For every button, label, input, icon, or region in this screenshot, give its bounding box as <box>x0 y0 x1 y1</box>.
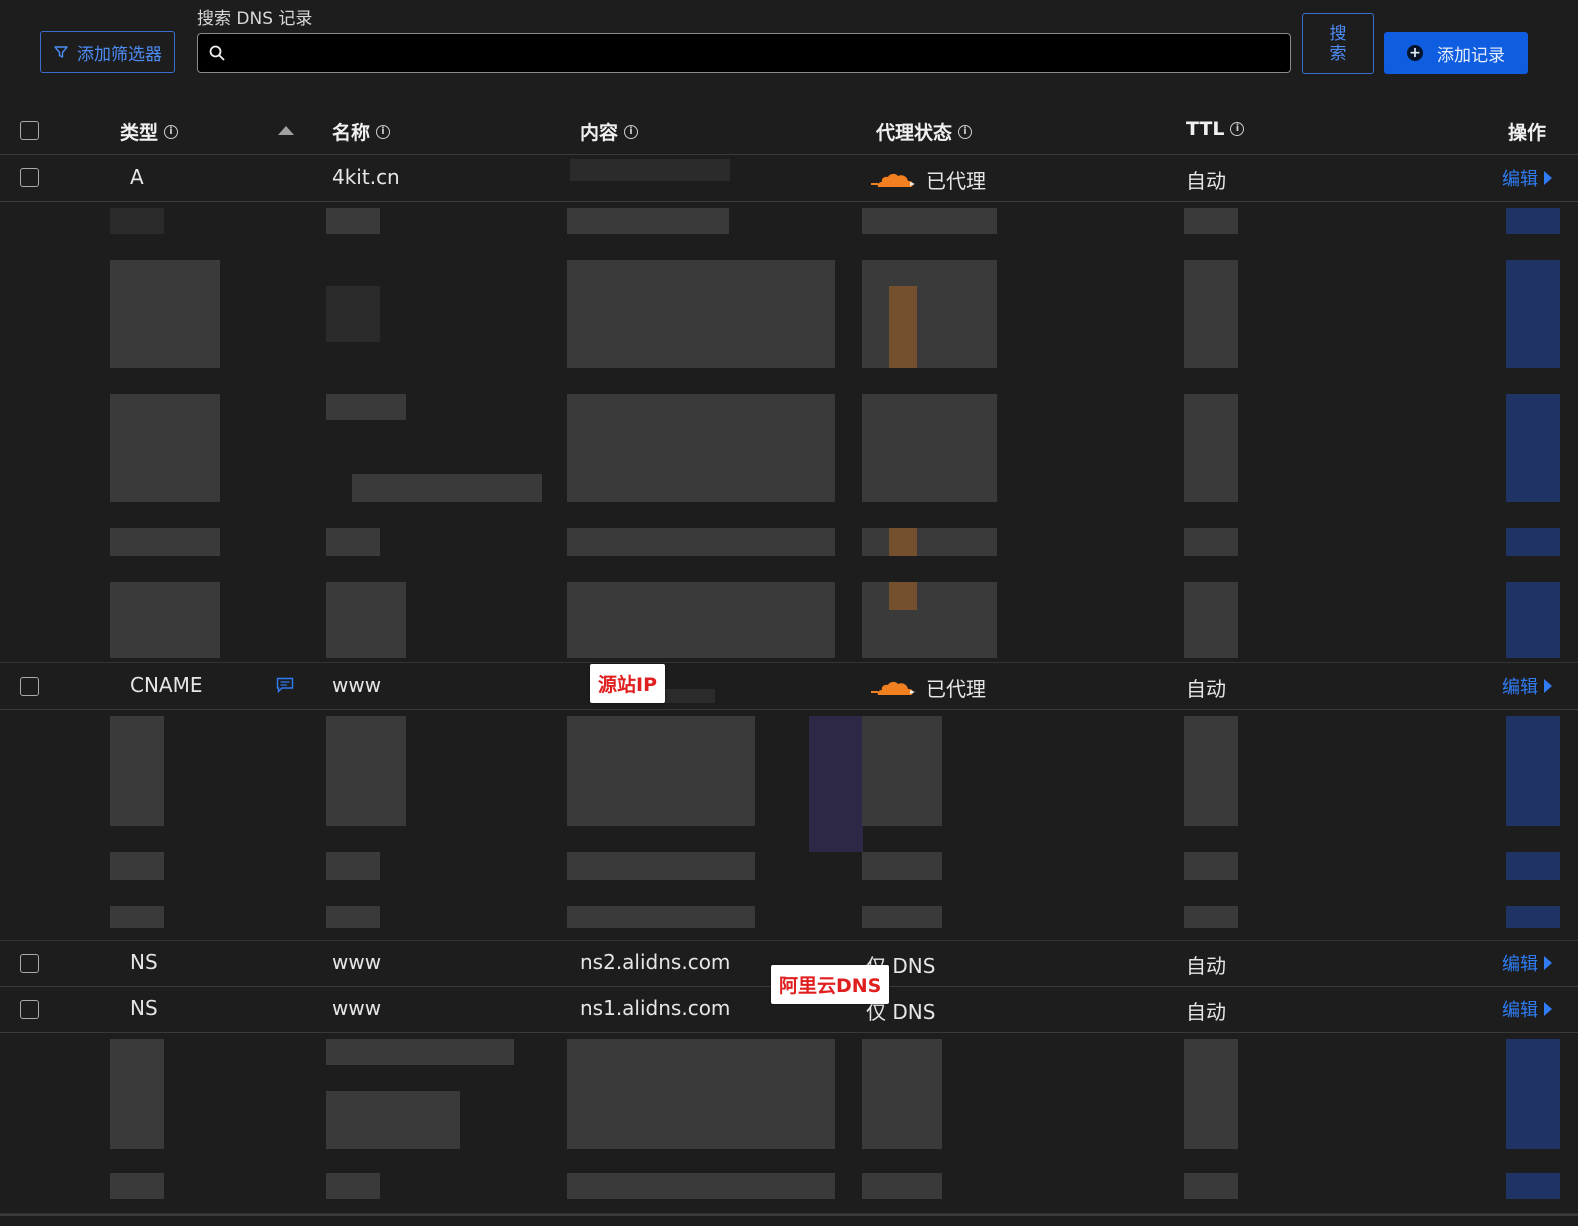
record-ttl: 自动 <box>1186 1000 1226 1024</box>
redacted-content <box>570 159 730 181</box>
cloud-proxied-icon <box>871 681 915 695</box>
plus-circle-icon: + <box>1407 45 1423 61</box>
table-row[interactable]: A 4kit.cn 已代理 自动 编辑 <box>0 155 1578 202</box>
record-type: NS <box>130 950 158 974</box>
filter-icon <box>54 46 68 58</box>
sort-ascending-icon[interactable] <box>278 126 294 135</box>
redacted-records <box>0 1033 1578 1214</box>
record-type: CNAME <box>130 673 203 697</box>
redacted-records <box>0 710 1578 941</box>
info-icon[interactable]: i <box>164 124 179 139</box>
header-ttl[interactable]: TTL i <box>1186 118 1245 140</box>
caret-right-icon <box>1544 679 1552 693</box>
info-icon[interactable]: i <box>624 124 639 139</box>
annotation-aliyun-dns: 阿里云DNS <box>771 965 890 1004</box>
add-record-button[interactable]: + 添加记录 <box>1384 32 1528 74</box>
table-header: 类型 i 名称 i 内容 i 代理状态 i TTL i 操作 <box>0 108 1578 155</box>
record-name: www <box>332 950 382 974</box>
table-bottom-border <box>0 1214 1578 1216</box>
edit-button[interactable]: 编辑 <box>1502 165 1552 191</box>
record-name: www <box>332 996 382 1020</box>
proxy-status[interactable]: 已代理 <box>870 165 986 194</box>
header-proxy-status[interactable]: 代理状态 i <box>876 118 973 145</box>
record-type: NS <box>130 996 158 1020</box>
caret-right-icon <box>1544 956 1552 970</box>
table-row[interactable]: CNAME www 已代理 自动 编辑 <box>0 663 1578 710</box>
redacted-records <box>0 202 1578 663</box>
info-icon[interactable]: i <box>376 124 391 139</box>
info-icon[interactable]: i <box>1230 122 1245 136</box>
toolbar: 搜索 DNS 记录 添加筛选器 搜索 + 添加记录 <box>0 0 1578 100</box>
edit-button[interactable]: 编辑 <box>1502 950 1552 976</box>
caret-right-icon <box>1544 171 1552 185</box>
search-input[interactable] <box>234 42 1290 64</box>
header-content[interactable]: 内容 i <box>580 118 639 145</box>
search-label: 搜索 DNS 记录 <box>197 9 313 29</box>
edit-button[interactable]: 编辑 <box>1502 673 1552 699</box>
record-name: 4kit.cn <box>332 165 400 189</box>
header-name[interactable]: 名称 i <box>332 118 391 145</box>
redacted-content <box>665 689 715 703</box>
search-icon <box>209 45 225 61</box>
header-type[interactable]: 类型 i <box>120 118 179 145</box>
add-filter-button[interactable]: 添加筛选器 <box>40 31 175 73</box>
row-checkbox[interactable] <box>20 677 39 696</box>
add-record-label: 添加记录 <box>1437 45 1505 66</box>
proxy-status[interactable]: 已代理 <box>870 673 986 702</box>
add-filter-label: 添加筛选器 <box>77 44 162 65</box>
record-ttl: 自动 <box>1186 169 1226 193</box>
row-checkbox[interactable] <box>20 954 39 973</box>
record-ttl: 自动 <box>1186 677 1226 701</box>
row-checkbox[interactable] <box>20 168 39 187</box>
record-name: www <box>332 673 382 697</box>
select-all-checkbox[interactable] <box>20 121 39 140</box>
record-content: ns1.alidns.com <box>580 996 731 1020</box>
annotation-origin-ip: 源站IP <box>590 664 665 703</box>
search-field[interactable] <box>197 33 1291 73</box>
record-type: A <box>130 165 144 189</box>
search-button[interactable]: 搜索 <box>1302 13 1374 74</box>
comment-icon[interactable] <box>276 677 294 693</box>
info-icon[interactable]: i <box>958 124 973 139</box>
edit-button[interactable]: 编辑 <box>1502 996 1552 1022</box>
cloud-proxied-icon <box>871 173 915 187</box>
header-actions: 操作 <box>1508 122 1547 144</box>
record-content: ns2.alidns.com <box>580 950 731 974</box>
row-checkbox[interactable] <box>20 1000 39 1019</box>
caret-right-icon <box>1544 1002 1552 1016</box>
record-ttl: 自动 <box>1186 954 1226 978</box>
